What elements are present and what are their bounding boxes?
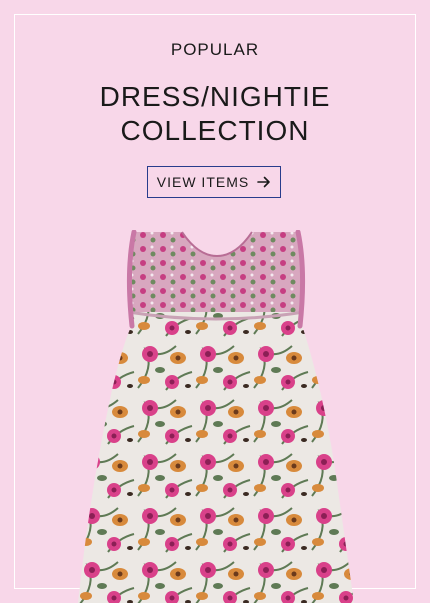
eyebrow-label: POPULAR — [170, 40, 260, 59]
title-line-2: COLLECTION — [120, 115, 310, 146]
arrow-right-icon — [257, 176, 271, 188]
view-items-label: VIEW ITEMS — [156, 174, 250, 190]
promo-card[interactable]: POPULAR DRESS/NIGHTIE COLLECTION VIEW IT… — [0, 0, 430, 603]
collection-title: DRESS/NIGHTIE COLLECTION — [0, 80, 430, 148]
title-line-1: DRESS/NIGHTIE — [99, 81, 331, 112]
floral-dress-image — [78, 230, 354, 603]
view-items-button[interactable]: VIEW ITEMS — [147, 166, 281, 198]
